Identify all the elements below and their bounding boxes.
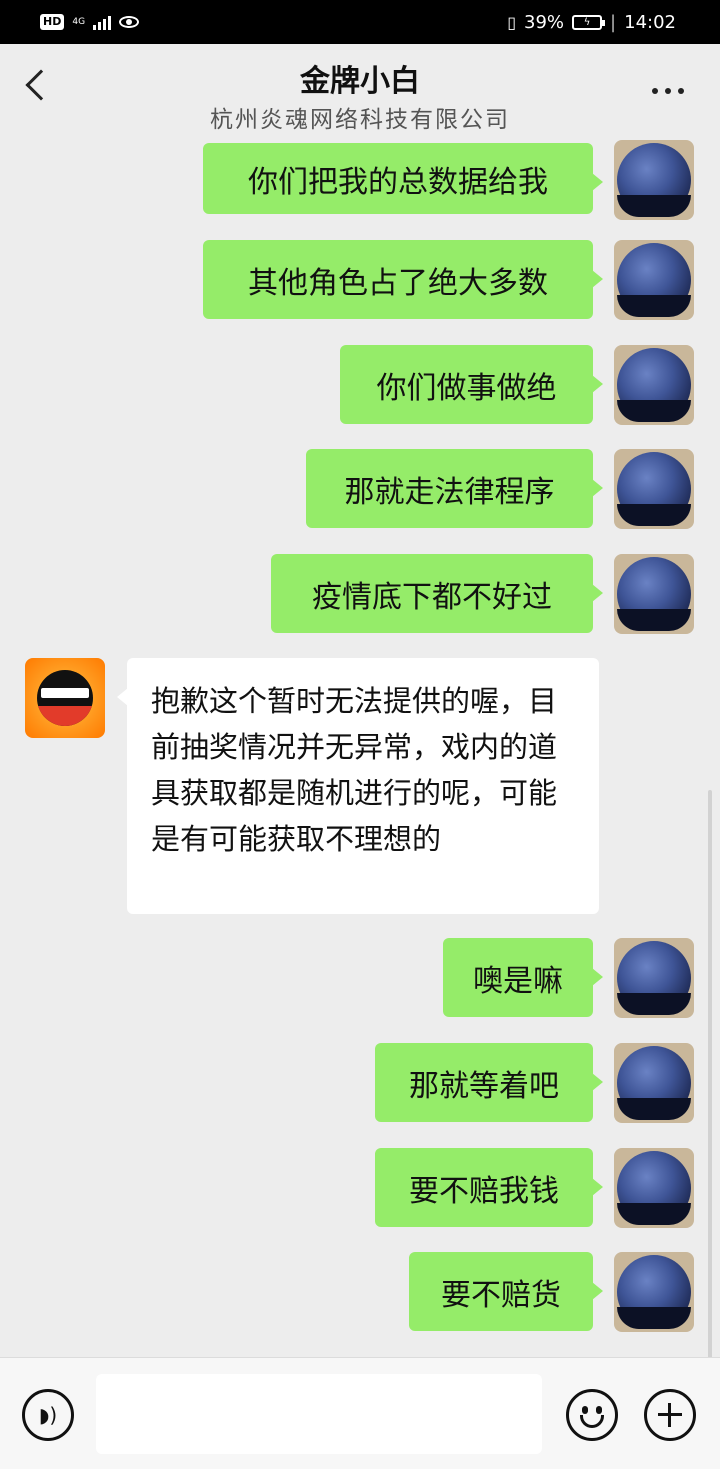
message-bubble-sent[interactable]: 疫情底下都不好过 (271, 554, 603, 633)
network-type: 4G (72, 17, 86, 27)
battery-icon: ϟ (572, 14, 606, 30)
avatar[interactable] (25, 658, 105, 738)
more-icon[interactable] (652, 88, 684, 94)
message-bubble-sent[interactable]: 其他角色占了绝大多数 (203, 240, 603, 319)
status-left: HD 4G (40, 14, 140, 30)
avatar[interactable] (614, 240, 694, 320)
chat-header: 金牌小白 杭州炎魂网络科技有限公司 (0, 44, 720, 140)
input-bar: ◗) (0, 1357, 720, 1469)
vibrate-icon: ▯ (507, 12, 517, 32)
emoji-icon[interactable] (566, 1389, 618, 1441)
voice-icon: ◗) (38, 1403, 58, 1427)
status-divider: | (610, 11, 617, 33)
message-bubble-received[interactable]: 抱歉这个暂时无法提供的喔，目前抽奖情况并无异常，戏内的道具获取都是随机进行的呢，… (117, 658, 599, 914)
message-bubble-sent[interactable]: 要不赔我钱 (375, 1148, 603, 1227)
status-bar: HD 4G ▯ 39% ϟ | 14:02 (0, 0, 720, 44)
message-bubble-sent[interactable]: 噢是嘛 (443, 938, 603, 1017)
avatar[interactable] (614, 140, 694, 220)
clock: 14:02 (624, 11, 676, 33)
avatar[interactable] (614, 1148, 694, 1228)
status-right: ▯ 39% ϟ | 14:02 (507, 12, 676, 33)
chat-title: 金牌小白 (300, 64, 420, 99)
voice-button[interactable]: ◗) (22, 1389, 74, 1441)
signal-icon (93, 14, 112, 30)
eye-icon (119, 16, 140, 28)
message-input[interactable] (96, 1374, 542, 1454)
plus-icon[interactable] (644, 1389, 696, 1441)
avatar[interactable] (614, 449, 694, 529)
avatar[interactable] (614, 1043, 694, 1123)
message-bubble-sent[interactable]: 那就走法律程序 (306, 449, 603, 528)
avatar[interactable] (614, 554, 694, 634)
scrollbar[interactable] (708, 790, 712, 1357)
avatar[interactable] (614, 345, 694, 425)
avatar[interactable] (614, 1252, 694, 1332)
message-bubble-sent[interactable]: 你们做事做绝 (340, 345, 603, 424)
message-list[interactable]: 你们把我的总数据给我 其他角色占了绝大多数 你们做事做绝 那就走法律程序 疫情底… (0, 140, 720, 1357)
message-bubble-sent[interactable]: 要不赔货 (409, 1252, 603, 1331)
chat-subtitle: 杭州炎魂网络科技有限公司 (210, 107, 510, 133)
message-bubble-sent[interactable]: 你们把我的总数据给我 (203, 143, 603, 214)
hd-badge: HD (40, 14, 65, 30)
avatar[interactable] (614, 938, 694, 1018)
battery-percent: 39% (524, 11, 565, 33)
message-bubble-sent[interactable]: 那就等着吧 (375, 1043, 603, 1122)
